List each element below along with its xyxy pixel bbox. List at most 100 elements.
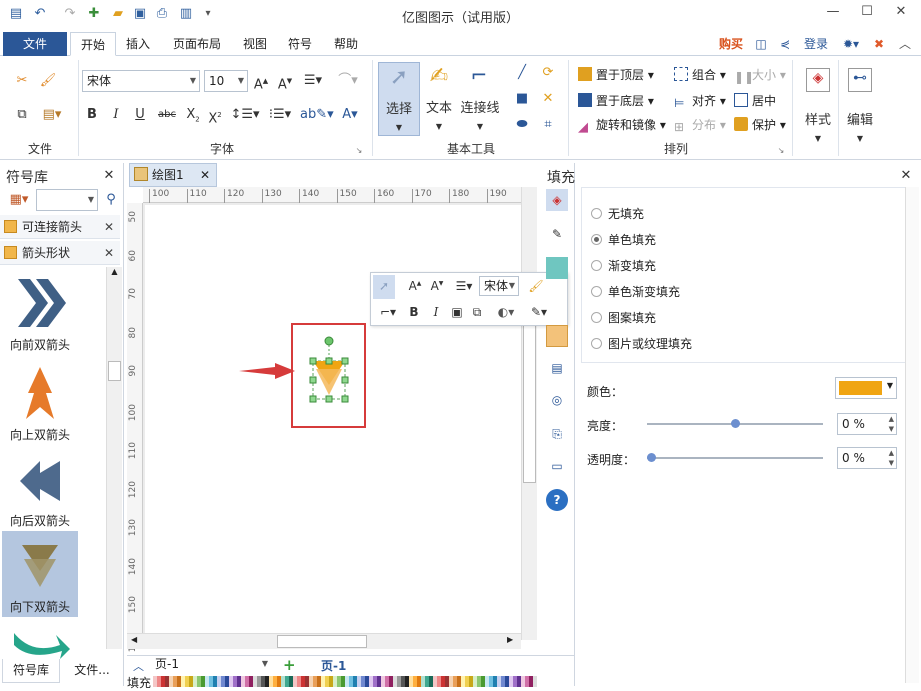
style-button[interactable]: ◈ 样式 ▼	[798, 64, 838, 144]
line-icon[interactable]: ╱	[512, 64, 532, 82]
close-fill-panel-icon[interactable]: ✕	[897, 167, 915, 185]
file-menu[interactable]: 文件	[3, 32, 67, 56]
tab-insert[interactable]: 插入	[118, 32, 158, 56]
crop-icon[interactable]: ⌗	[538, 116, 558, 134]
paste-icon[interactable]: ▤▾	[38, 106, 66, 124]
library-menu-icon[interactable]: ▦▾	[4, 191, 34, 209]
font-dialog-launcher-icon[interactable]: ↘	[354, 142, 364, 160]
image-panel-icon[interactable]	[546, 325, 568, 347]
superscript-icon[interactable]: X2	[206, 106, 224, 128]
comment-panel-icon[interactable]: ▭	[546, 455, 568, 477]
float-bold-icon[interactable]: B	[407, 305, 421, 319]
radio-pattern-fill[interactable]: 图案填充	[591, 309, 656, 326]
canvas-vertical-scrollbar[interactable]	[521, 187, 537, 640]
scroll-left-icon[interactable]: ◀	[131, 635, 137, 644]
float-group-icon[interactable]: ⧉	[469, 305, 485, 320]
tab-file-recovery[interactable]: 文件...	[64, 659, 120, 683]
maximize-button[interactable]: ☐	[856, 4, 878, 24]
tab-view[interactable]: 视图	[236, 32, 274, 56]
float-font-combo[interactable]: 宋体 ▼	[479, 276, 519, 296]
tab-symbol[interactable]: 符号	[282, 32, 318, 56]
attachment-panel-icon[interactable]: ⎘	[546, 423, 568, 445]
align-button[interactable]: ⊨ 对齐 ▾	[674, 92, 726, 110]
connector-tool-icon[interactable]: ⌐	[462, 65, 496, 85]
ellipse-icon[interactable]: ⬬	[512, 116, 532, 134]
font-name-combo[interactable]: 宋体 ▼	[82, 70, 200, 92]
brightness-slider-knob[interactable]	[731, 419, 740, 428]
float-pointer-icon[interactable]: ➚	[373, 275, 395, 299]
help-icon[interactable]: ?	[546, 489, 568, 511]
line-spacing-icon[interactable]: ↕☰▾	[230, 106, 260, 124]
radio-gradient-fill[interactable]: 渐变填充	[591, 257, 656, 274]
float-grow-font-icon[interactable]: A▲	[405, 279, 425, 293]
v-scroll-thumb[interactable]	[523, 323, 536, 483]
shape-forward-double-arrow[interactable]: 向前双箭头	[2, 269, 78, 355]
float-shrink-font-icon[interactable]: A▼	[427, 279, 447, 293]
copy-icon[interactable]: ⧉	[12, 106, 32, 124]
transparency-slider-knob[interactable]	[647, 453, 656, 462]
login-button[interactable]: 登录	[800, 32, 832, 56]
group-button[interactable]: 组合 ▾	[674, 66, 726, 83]
h-scroll-thumb[interactable]	[277, 635, 367, 648]
share-icon[interactable]: ⋞	[776, 32, 794, 56]
text-tool-label[interactable]: 文本	[422, 100, 456, 118]
edit-button[interactable]: ⊷ 编辑 ▼	[840, 64, 880, 144]
hyperlink-panel-icon[interactable]: ◎	[546, 389, 568, 411]
arc-icon[interactable]: ⟳	[538, 64, 558, 82]
float-arrange-icon[interactable]: ▣	[449, 305, 465, 319]
shape-down-double-arrow[interactable]: 向下双箭头	[2, 531, 78, 617]
float-italic-icon[interactable]: I	[429, 305, 443, 319]
settings-icon[interactable]: ✹▾	[838, 32, 864, 56]
page-panel-icon[interactable]: ▤	[546, 357, 568, 379]
brightness-input[interactable]: 0 % ▲ ▼	[837, 413, 897, 435]
selected-down-arrow-shape[interactable]	[303, 335, 355, 409]
close-category-icon[interactable]: ✕	[104, 241, 114, 265]
bring-to-front-button[interactable]: 置于顶层 ▾	[578, 66, 654, 83]
protect-button[interactable]: 保护 ▾	[734, 116, 786, 133]
color-palette[interactable]	[153, 676, 537, 687]
close-button[interactable]: ✕	[890, 4, 912, 24]
send-to-back-button[interactable]: 置于底层 ▾	[578, 92, 654, 109]
radio-solid-fill[interactable]: 单色填充	[591, 231, 656, 248]
shape-backward-double-arrow[interactable]: 向后双箭头	[2, 445, 78, 531]
shrink-font-icon[interactable]: A▼	[276, 72, 294, 94]
select-tool-button[interactable]: ➚ 选择 ▼	[378, 62, 420, 136]
page-tab[interactable]: 页-1	[321, 657, 346, 674]
bold-icon[interactable]: B	[84, 106, 100, 124]
size-button[interactable]: ❚❚大小 ▾	[734, 66, 786, 84]
radio-no-fill[interactable]: 无填充	[591, 205, 644, 222]
search-icon[interactable]: ⚲	[102, 191, 120, 209]
font-size-combo[interactable]: 10 ▼	[204, 70, 248, 92]
tab-start[interactable]: 开始	[70, 32, 116, 56]
document-tab[interactable]: 绘图1 ✕	[129, 163, 217, 187]
line-panel-icon[interactable]: ✎	[546, 223, 568, 245]
connector-tool-label[interactable]: 连接线	[458, 100, 502, 118]
font-color-icon[interactable]: A▾	[336, 106, 364, 124]
collapse-colors-icon[interactable]: ︿	[133, 658, 144, 674]
rotate-mirror-button[interactable]: ◢ 旋转和镜像 ▾	[578, 116, 666, 135]
library-search-input[interactable]: ▼	[36, 189, 98, 211]
scroll-up-icon[interactable]: ▲	[108, 267, 121, 281]
rectangle-icon[interactable]: ■	[512, 90, 532, 108]
feedback-icon[interactable]: ◫	[752, 32, 770, 56]
shape-up-double-arrow[interactable]: 向上双箭头	[2, 359, 78, 445]
palette-swatch[interactable]	[533, 676, 537, 687]
highlight-icon[interactable]: ab✎▾	[300, 106, 334, 124]
center-button[interactable]: 居中	[734, 92, 776, 109]
italic-icon[interactable]: I	[108, 106, 124, 124]
transparency-slider[interactable]	[647, 457, 823, 459]
buy-button[interactable]: 购买	[716, 32, 746, 56]
strikethrough-icon[interactable]: abc	[156, 106, 178, 124]
scroll-right-icon[interactable]: ▶	[507, 635, 513, 644]
cross-icon[interactable]: ✕	[538, 90, 558, 108]
align-text-icon[interactable]: ☰▾	[300, 72, 326, 90]
add-page-icon[interactable]: +	[283, 656, 296, 674]
radio-picture-fill[interactable]: 图片或纹理填充	[591, 335, 692, 352]
close-tab-icon[interactable]: ✕	[200, 164, 210, 186]
tab-page-layout[interactable]: 页面布局	[166, 32, 228, 56]
minimize-button[interactable]: —	[822, 4, 844, 24]
transparency-input[interactable]: 0 % ▲ ▼	[837, 447, 897, 469]
category-connectable-arrows[interactable]: 可连接箭头 ✕	[0, 215, 120, 239]
fill-panel-icon[interactable]: ◈	[546, 189, 568, 211]
grow-font-icon[interactable]: A▲	[252, 72, 270, 94]
